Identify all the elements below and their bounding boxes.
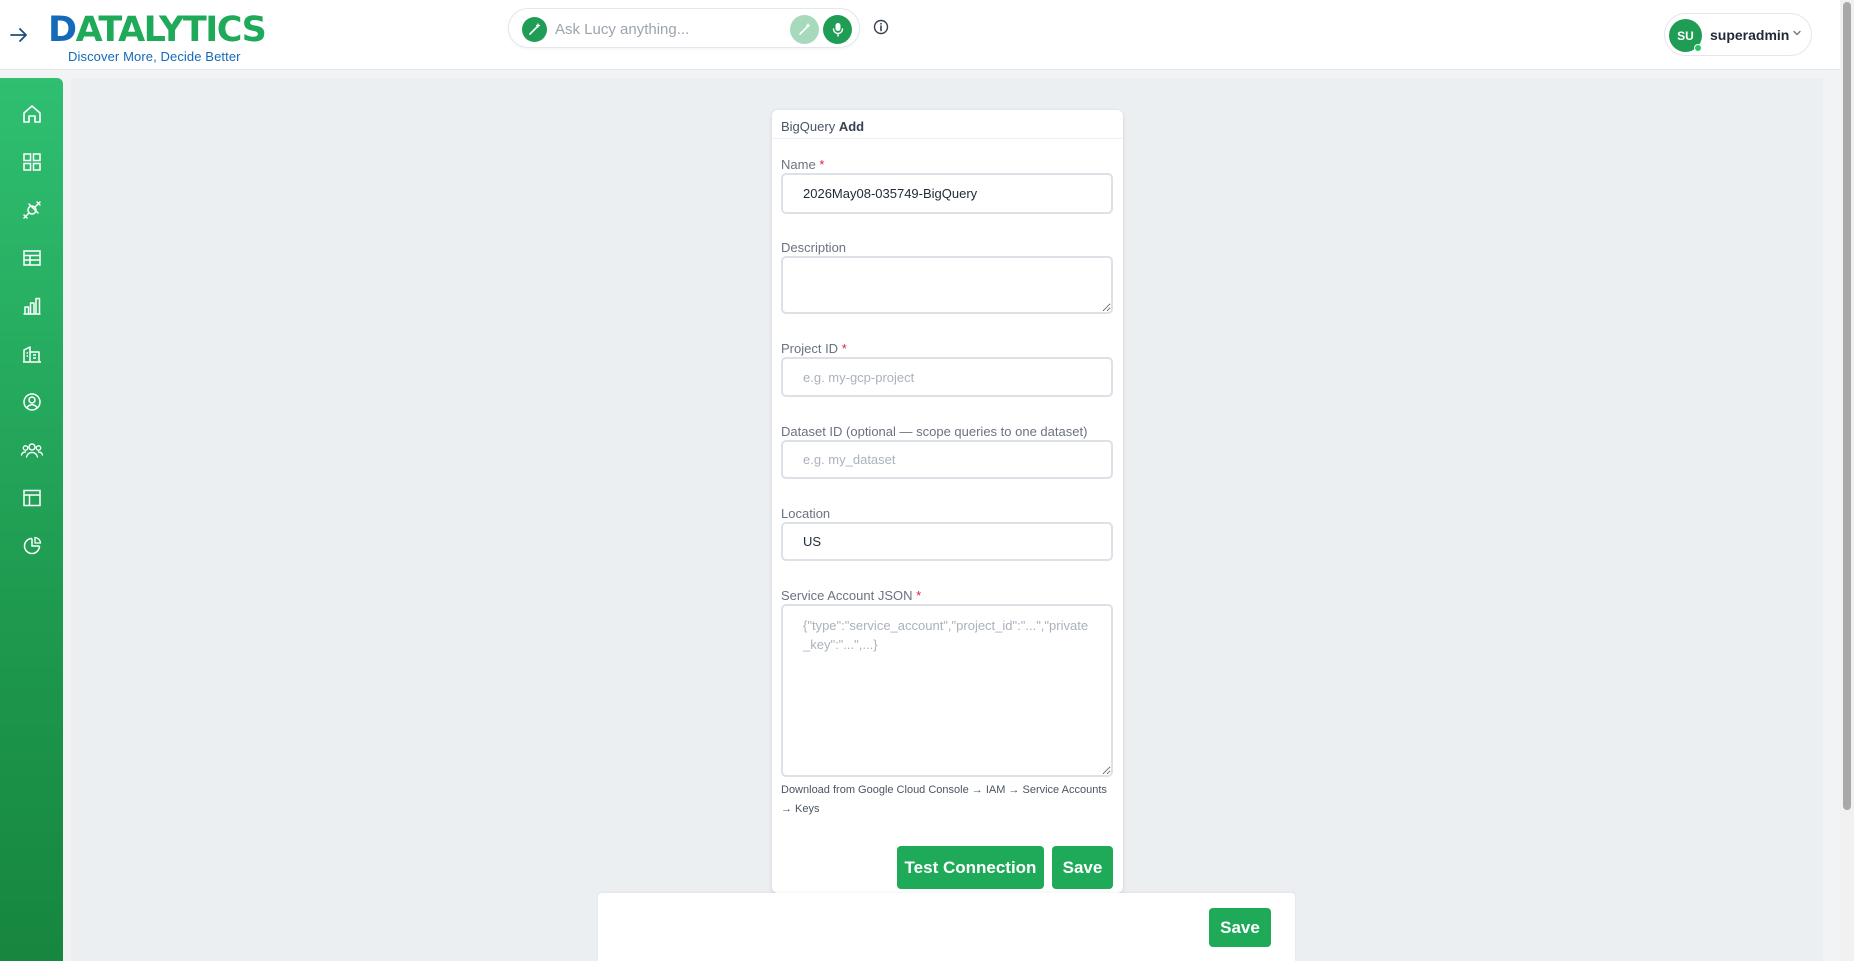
service-account-json-field[interactable] bbox=[781, 604, 1113, 777]
logo-tagline: Discover More, Decide Better bbox=[68, 49, 241, 64]
sidebar bbox=[0, 78, 63, 961]
connector-plug-icon bbox=[23, 201, 41, 219]
bottom-action-bar: Save bbox=[598, 893, 1295, 961]
sidebar-item-tables[interactable] bbox=[17, 243, 47, 273]
test-connection-button[interactable]: Test Connection bbox=[897, 846, 1044, 889]
chevron-down-icon bbox=[1793, 30, 1801, 36]
title-divider bbox=[772, 138, 1123, 139]
name-label: Name * bbox=[781, 157, 825, 172]
top-header: DATALYTICS Discover More, Decide Better … bbox=[0, 0, 1840, 70]
project-id-label: Project ID * bbox=[781, 341, 847, 356]
sidebar-item-connectors[interactable] bbox=[17, 195, 47, 225]
footer-save-button[interactable]: Save bbox=[1209, 908, 1271, 947]
dashboard-grid-icon bbox=[23, 153, 41, 171]
scrollbar-thumb[interactable] bbox=[1843, 2, 1851, 810]
logo-wordmark: DATALYTICS bbox=[48, 10, 267, 50]
user-circle-icon bbox=[23, 393, 41, 411]
dataset-id-label: Dataset ID (optional — scope queries to … bbox=[781, 424, 1088, 439]
service-account-json-label: Service Account JSON * bbox=[781, 588, 922, 603]
sidebar-item-dashboards[interactable] bbox=[17, 147, 47, 177]
search-input[interactable] bbox=[555, 16, 775, 42]
online-status-dot bbox=[1694, 44, 1702, 52]
main-content: BigQuery Add Name * Description Project … bbox=[71, 78, 1823, 961]
home-icon bbox=[23, 105, 41, 123]
ai-suggest-button[interactable] bbox=[790, 15, 819, 44]
magic-wand-icon bbox=[522, 17, 547, 42]
description-label: Description bbox=[781, 240, 847, 255]
sidebar-item-organization[interactable] bbox=[17, 339, 47, 369]
datalytics-logo[interactable]: DATALYTICS Discover More, Decide Better bbox=[48, 10, 267, 66]
sidebar-item-users[interactable] bbox=[17, 435, 47, 465]
bar-chart-icon bbox=[23, 297, 41, 315]
location-field[interactable] bbox=[781, 522, 1113, 561]
form-save-button[interactable]: Save bbox=[1052, 846, 1113, 889]
location-label: Location bbox=[781, 506, 831, 521]
sidebar-item-analytics[interactable] bbox=[17, 531, 47, 561]
name-field[interactable] bbox=[781, 173, 1113, 214]
pie-chart-icon bbox=[23, 536, 42, 555]
user-name: superadmin bbox=[1710, 27, 1790, 43]
building-icon bbox=[23, 346, 41, 363]
page-scrollbar[interactable] bbox=[1840, 0, 1854, 961]
users-group-icon bbox=[20, 443, 44, 458]
microphone-button[interactable] bbox=[823, 15, 852, 44]
bigquery-add-form: BigQuery Add Name * Description Project … bbox=[772, 110, 1123, 893]
sidebar-item-reports[interactable] bbox=[17, 291, 47, 321]
sidebar-item-layouts[interactable] bbox=[17, 483, 47, 513]
dataset-id-field[interactable] bbox=[781, 440, 1113, 479]
project-id-field[interactable] bbox=[781, 357, 1113, 397]
description-field[interactable] bbox=[781, 256, 1113, 314]
ask-lucy-search bbox=[508, 8, 860, 48]
form-title: BigQuery Add bbox=[781, 119, 865, 134]
sidebar-item-profile[interactable] bbox=[17, 387, 47, 417]
info-icon[interactable] bbox=[872, 18, 890, 36]
user-menu[interactable]: SU superadmin bbox=[1664, 13, 1812, 56]
expand-sidebar-arrow-icon[interactable] bbox=[6, 22, 32, 48]
table-icon bbox=[23, 250, 41, 266]
layout-icon bbox=[23, 489, 41, 507]
sidebar-item-home[interactable] bbox=[17, 99, 47, 129]
service-account-hint: Download from Google Cloud Console → IAM… bbox=[781, 784, 1107, 815]
